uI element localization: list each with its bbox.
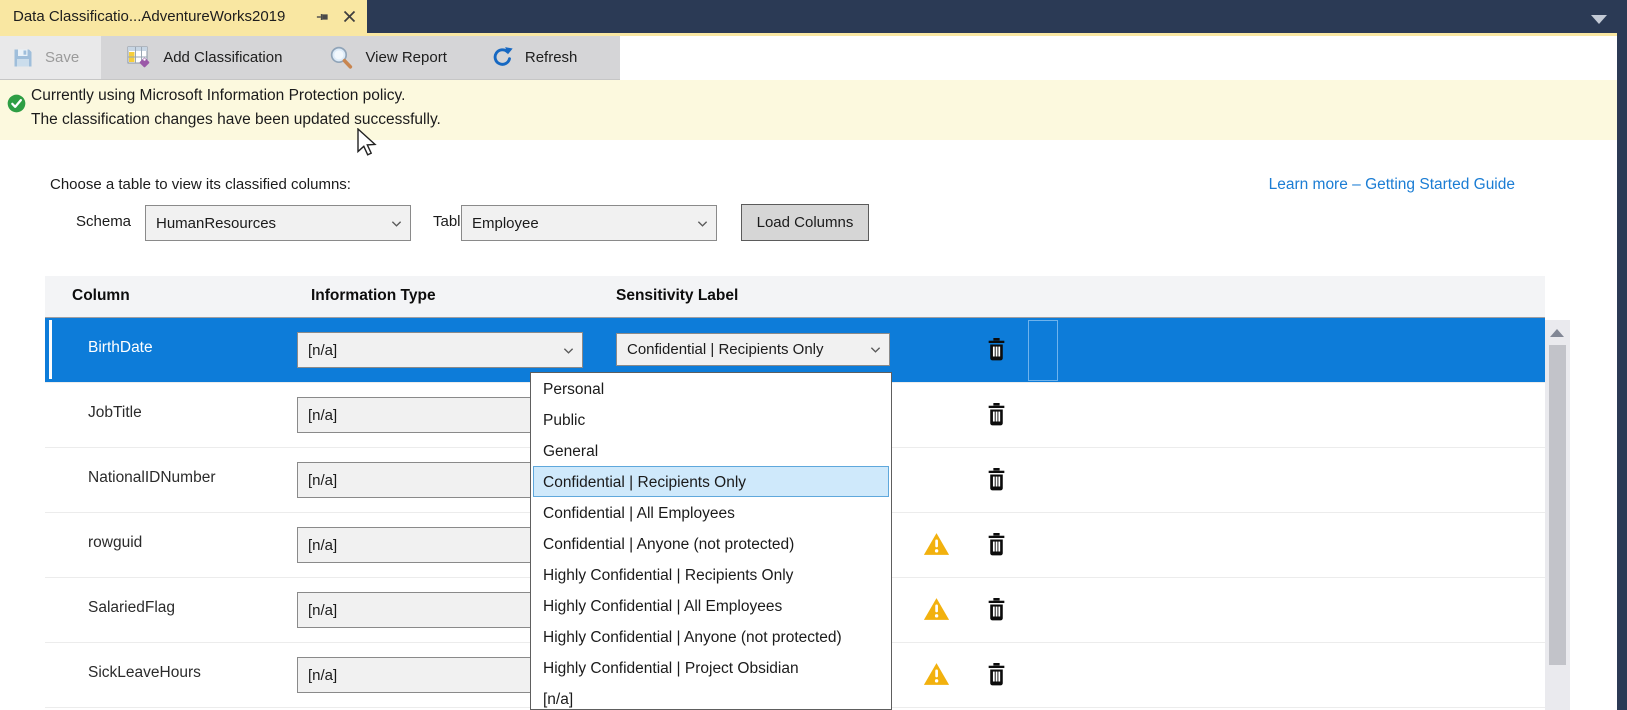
view-report-button[interactable]: View Report	[312, 36, 462, 79]
delete-classification-icon[interactable]	[986, 468, 1007, 496]
choose-table-prompt: Choose a table to view its classified co…	[50, 176, 351, 193]
delete-classification-icon[interactable]	[986, 533, 1007, 561]
dropdown-option[interactable]: Public	[531, 404, 891, 435]
toolbar: Save Add Classification	[0, 36, 620, 80]
dropdown-option[interactable]: Highly Confidential | Anyone (not protec…	[531, 621, 891, 652]
grid-header: Column Information Type Sensitivity Labe…	[45, 276, 1545, 318]
dropdown-option[interactable]: Personal	[531, 373, 891, 404]
delete-classification-icon[interactable]	[986, 403, 1007, 431]
info-bar-line1: Currently using Microsoft Information Pr…	[31, 87, 405, 105]
sensitivity-combo-value: Confidential | Recipients Only	[627, 341, 824, 358]
delete-classification-icon[interactable]	[986, 598, 1007, 626]
information-type-combo-value: [n/a]	[308, 537, 337, 554]
dropdown-option[interactable]: Confidential | All Employees	[531, 497, 891, 528]
row-column-label: SickLeaveHours	[88, 664, 201, 682]
add-classification-icon	[127, 46, 152, 69]
row-column-label: BirthDate	[88, 339, 153, 357]
refresh-button[interactable]: Refresh	[475, 36, 594, 79]
information-type-combo[interactable]: [n/a]	[297, 332, 583, 368]
chevron-down-icon	[870, 341, 881, 358]
row-column-label: SalariedFlag	[88, 599, 175, 617]
mouse-cursor	[356, 128, 378, 163]
focus-box	[1028, 320, 1058, 381]
tab-data-classification[interactable]: Data Classificatio...AdventureWorks2019	[0, 0, 367, 33]
warning-icon	[923, 662, 950, 691]
information-type-combo-value: [n/a]	[308, 602, 337, 619]
vertical-scrollbar[interactable]	[1545, 320, 1570, 710]
info-bar-line2: The classification changes have been upd…	[31, 111, 441, 129]
dropdown-option[interactable]: General	[531, 435, 891, 466]
information-type-combo-value: [n/a]	[308, 407, 337, 424]
sensitivity-combo[interactable]: Confidential | Recipients Only	[616, 333, 890, 366]
save-button[interactable]: Save	[0, 36, 101, 79]
info-bar: Currently using Microsoft Information Pr…	[0, 80, 1617, 140]
chevron-down-icon	[391, 215, 402, 232]
add-classification-label: Add Classification	[163, 49, 282, 66]
dropdown-option[interactable]: Confidential | Recipients Only	[533, 466, 889, 497]
row-column-label: JobTitle	[88, 404, 142, 422]
table-dropdown-value: Employee	[472, 215, 539, 232]
information-type-combo-value: [n/a]	[308, 667, 337, 684]
refresh-label: Refresh	[525, 49, 578, 66]
view-report-icon	[328, 45, 354, 70]
delete-classification-icon[interactable]	[986, 338, 1007, 366]
dropdown-option[interactable]: [n/a]	[531, 683, 891, 710]
save-label: Save	[45, 49, 79, 66]
header-information-type: Information Type	[311, 287, 436, 305]
header-column: Column	[72, 287, 130, 305]
save-icon	[12, 47, 34, 69]
add-classification-button[interactable]: Add Classification	[111, 36, 298, 79]
scrollbar-up-arrow-icon[interactable]	[1550, 329, 1564, 337]
warning-icon	[923, 597, 950, 626]
table-dropdown[interactable]: Employee	[461, 205, 717, 241]
warning-icon	[923, 532, 950, 561]
window-edge	[1617, 0, 1627, 710]
document-tab-strip: Data Classificatio...AdventureWorks2019	[0, 0, 1617, 36]
dropdown-option[interactable]: Highly Confidential | Recipients Only	[531, 559, 891, 590]
header-sensitivity-label: Sensitivity Label	[616, 287, 738, 305]
selection-stripe	[49, 320, 52, 379]
row-column-label: NationalIDNumber	[88, 469, 216, 487]
learn-more-link[interactable]: Learn more – Getting Started Guide	[1269, 176, 1515, 194]
chevron-down-icon	[697, 215, 708, 232]
delete-classification-icon[interactable]	[986, 663, 1007, 691]
close-icon[interactable]	[340, 8, 358, 26]
chevron-down-icon	[563, 342, 574, 359]
load-columns-label: Load Columns	[757, 214, 854, 231]
view-report-label: View Report	[365, 49, 446, 66]
dropdown-option[interactable]: Highly Confidential | All Employees	[531, 590, 891, 621]
row-column-label: rowguid	[88, 534, 142, 552]
refresh-icon	[491, 46, 514, 69]
schema-label: Schema	[76, 213, 131, 230]
information-type-combo-value: [n/a]	[308, 342, 337, 359]
ssms-data-classification-window: Data Classificatio...AdventureWorks2019	[0, 0, 1627, 710]
success-check-icon	[7, 94, 26, 118]
scrollbar-thumb[interactable]	[1549, 345, 1566, 665]
information-type-combo-value: [n/a]	[308, 472, 337, 489]
pin-icon[interactable]	[314, 8, 332, 26]
dropdown-option[interactable]: Highly Confidential | Project Obsidian	[531, 652, 891, 683]
dropdown-option[interactable]: Confidential | Anyone (not protected)	[531, 528, 891, 559]
load-columns-button[interactable]: Load Columns	[741, 204, 869, 241]
schema-dropdown[interactable]: HumanResources	[145, 205, 411, 241]
sensitivity-dropdown-popup: PersonalPublicGeneralConfidential | Reci…	[530, 372, 892, 710]
document-list-chevron-icon[interactable]	[1591, 15, 1607, 24]
schema-dropdown-value: HumanResources	[156, 215, 276, 232]
tab-title: Data Classificatio...AdventureWorks2019	[13, 8, 314, 25]
